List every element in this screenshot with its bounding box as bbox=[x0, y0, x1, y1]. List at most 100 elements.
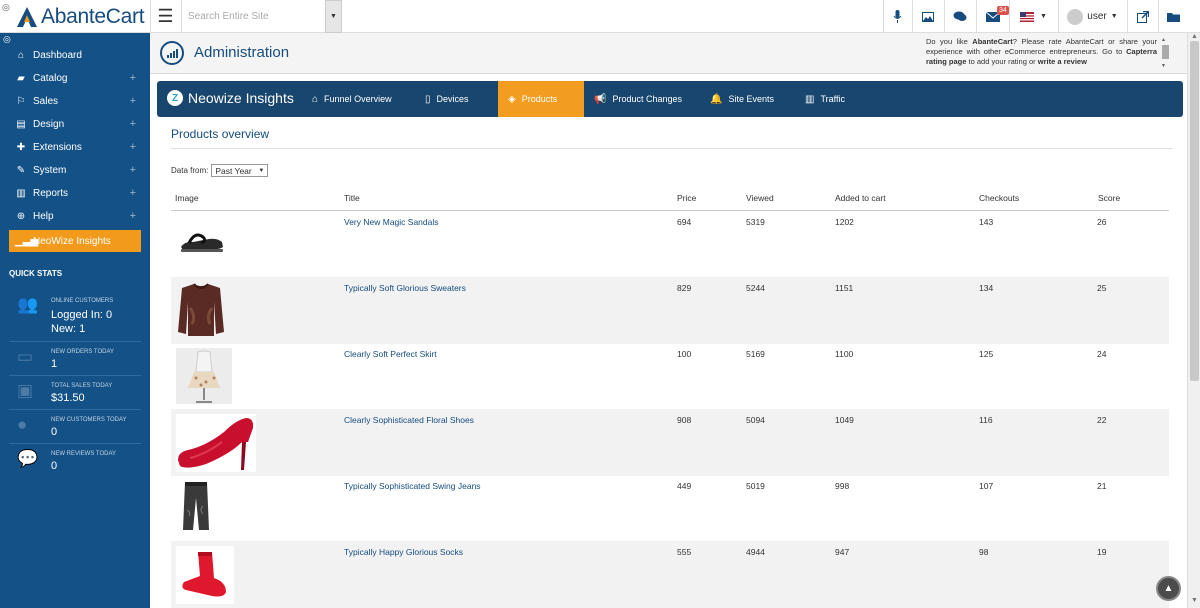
product-price: 555 bbox=[677, 547, 692, 557]
product-image[interactable] bbox=[179, 480, 213, 535]
sidebar-item-help[interactable]: ⊕ Help + bbox=[0, 205, 150, 227]
sidebar-item-catalog[interactable]: ▰ Catalog + bbox=[0, 67, 150, 89]
product-title[interactable]: Typically Soft Glorious Sweaters bbox=[344, 283, 466, 293]
user-menu[interactable]: user ▼ bbox=[1058, 0, 1126, 33]
table-row[interactable]: Clearly Sophisticated Floral Shoes 908 5… bbox=[171, 409, 1169, 476]
tab-funnel-overview[interactable]: ⌂ Funnel Overview bbox=[302, 81, 402, 117]
bar-chart-icon: ▥ bbox=[16, 187, 26, 199]
expand-icon[interactable]: + bbox=[130, 187, 136, 199]
sidebar-item-sales[interactable]: ⚐ Sales + bbox=[0, 90, 150, 112]
sidebar-item-dashboard[interactable]: ⌂ Dashboard bbox=[0, 44, 150, 66]
messages-icon[interactable]: 34 bbox=[976, 0, 1009, 33]
product-image[interactable] bbox=[176, 282, 226, 341]
scroll-thumb[interactable] bbox=[1190, 41, 1199, 381]
page-scrollbar[interactable]: ▲ ▼ bbox=[1187, 33, 1200, 608]
table-row[interactable]: Clearly Soft Perfect Skirt 100 5169 1100… bbox=[171, 343, 1169, 410]
sidebar-item-extensions[interactable]: ✚ Extensions + bbox=[0, 136, 150, 158]
product-added-to-cart: 947 bbox=[835, 547, 850, 557]
quick-stat-label: TOTAL SALES TODAY bbox=[51, 383, 113, 389]
rate-notice-scrollbar[interactable]: ▲ ▼ bbox=[1161, 37, 1170, 69]
expand-icon[interactable]: + bbox=[130, 164, 136, 176]
sidebar-item-reports[interactable]: ▥ Reports + bbox=[0, 182, 150, 204]
microphone-icon[interactable] bbox=[883, 0, 911, 33]
write-review-link[interactable]: write a review bbox=[1038, 57, 1087, 66]
logo-text: AbanteCart bbox=[41, 4, 145, 28]
language-selector[interactable]: ▼ bbox=[1009, 0, 1057, 33]
product-title[interactable]: Typically Sophisticated Swing Jeans bbox=[344, 481, 481, 491]
product-added-to-cart: 1151 bbox=[835, 283, 854, 293]
quick-stat-value: 0 bbox=[51, 426, 58, 438]
tab-label: Funnel Overview bbox=[324, 94, 392, 104]
caret-down-icon: ▼ bbox=[1040, 13, 1047, 20]
product-price: 694 bbox=[677, 217, 692, 227]
comments-icon[interactable] bbox=[944, 0, 975, 33]
expand-icon[interactable]: + bbox=[130, 72, 136, 84]
neowize-title: Neowize Insights bbox=[188, 90, 294, 106]
tab-site-events[interactable]: 🔔 Site Events bbox=[700, 81, 784, 117]
product-viewed: 5319 bbox=[746, 217, 765, 227]
table-row[interactable]: Typically Happy Glorious Socks 555 4944 … bbox=[171, 541, 1169, 608]
quick-stat-value: 1 bbox=[51, 358, 58, 370]
product-price: 100 bbox=[677, 349, 692, 359]
tab-products[interactable]: ◈ Products bbox=[498, 81, 584, 117]
signal-icon: ▁▃▅ bbox=[15, 235, 39, 247]
image-icon[interactable] bbox=[912, 0, 943, 33]
quick-stat-new-reviews: 💬 NEW REVIEWS TODAY 0 bbox=[0, 445, 150, 477]
scroll-up-icon[interactable]: ▲ bbox=[1161, 37, 1166, 43]
table-row[interactable]: Typically Soft Glorious Sweaters 829 524… bbox=[171, 277, 1169, 344]
expand-icon[interactable]: + bbox=[130, 210, 136, 222]
data-from-select[interactable]: Past Year ▼ bbox=[211, 164, 269, 177]
quick-stats-title: QUICK STATS bbox=[9, 269, 63, 278]
neowize-logo-icon: Z bbox=[167, 90, 183, 106]
product-title[interactable]: Clearly Soft Perfect Skirt bbox=[344, 349, 437, 359]
sidebar-item-neowize-insights[interactable]: ▁▃▅ NeoWize Insights bbox=[9, 230, 141, 252]
product-title[interactable]: Clearly Sophisticated Floral Shoes bbox=[344, 415, 474, 425]
logo[interactable]: ◎ AbanteCart bbox=[0, 0, 150, 33]
scroll-down-icon[interactable]: ▼ bbox=[1161, 63, 1166, 69]
sidebar-item-design[interactable]: ▤ Design + bbox=[0, 113, 150, 135]
tab-devices[interactable]: ▯ Devices bbox=[415, 81, 479, 117]
tab-product-changes[interactable]: 📢 Product Changes bbox=[584, 81, 692, 117]
scroll-down-icon[interactable]: ▼ bbox=[1191, 597, 1198, 604]
folder-open-icon: ▰ bbox=[17, 72, 25, 84]
product-added-to-cart: 1202 bbox=[835, 217, 854, 227]
column-header-checkouts: Checkouts bbox=[979, 193, 1020, 203]
menu-toggle-button[interactable]: ☰ bbox=[150, 0, 180, 33]
sidebar-item-label: Reports bbox=[33, 187, 69, 199]
scroll-up-icon[interactable]: ▲ bbox=[1191, 33, 1198, 40]
sidebar-item-label: System bbox=[33, 164, 67, 176]
product-image[interactable] bbox=[176, 348, 232, 407]
sidebar: ◎ ⌂ Dashboard ▰ Catalog + ⚐ Sales + ▤ Design + … bbox=[0, 33, 150, 608]
search-dropdown-button[interactable]: ▼ bbox=[325, 0, 342, 33]
table-row[interactable]: Typically Sophisticated Swing Jeans 449 … bbox=[171, 475, 1169, 542]
tab-label: Site Events bbox=[728, 94, 774, 104]
product-price: 449 bbox=[677, 481, 692, 491]
product-image[interactable] bbox=[179, 225, 225, 258]
product-image[interactable] bbox=[176, 414, 256, 475]
product-title[interactable]: Very New Magic Sandals bbox=[344, 217, 439, 227]
scroll-thumb[interactable] bbox=[1162, 45, 1169, 59]
home-icon: ⌂ bbox=[312, 93, 319, 105]
puzzle-icon: ✚ bbox=[16, 141, 26, 153]
product-title[interactable]: Typically Happy Glorious Socks bbox=[344, 547, 463, 557]
home-icon: ⌂ bbox=[17, 49, 25, 61]
folder-icon[interactable] bbox=[1158, 0, 1187, 33]
caret-down-icon: ▼ bbox=[1110, 13, 1118, 20]
expand-icon[interactable]: + bbox=[130, 118, 136, 130]
expand-icon[interactable]: + bbox=[130, 95, 136, 107]
sidebar-item-label: Help bbox=[33, 210, 54, 222]
tab-traffic[interactable]: ▥ Traffic bbox=[795, 81, 855, 117]
logo-icon bbox=[17, 6, 37, 27]
product-viewed: 4944 bbox=[746, 547, 765, 557]
tablet-icon: ▯ bbox=[425, 93, 431, 105]
rate-brand: AbanteCart bbox=[972, 37, 1013, 46]
search-input[interactable]: Search Entire Site bbox=[181, 0, 325, 33]
table-row[interactable]: Very New Magic Sandals 694 5319 1202 143… bbox=[171, 211, 1169, 278]
eye-toggle-icon[interactable]: ◎ bbox=[2, 2, 10, 13]
expand-icon[interactable]: + bbox=[130, 141, 136, 153]
product-image[interactable] bbox=[176, 546, 234, 607]
sidebar-item-system[interactable]: ✎ System + bbox=[0, 159, 150, 181]
globe-icon: ⊕ bbox=[16, 210, 26, 222]
external-link-icon[interactable] bbox=[1127, 0, 1157, 33]
scroll-to-top-button[interactable]: ▲ bbox=[1156, 576, 1181, 601]
